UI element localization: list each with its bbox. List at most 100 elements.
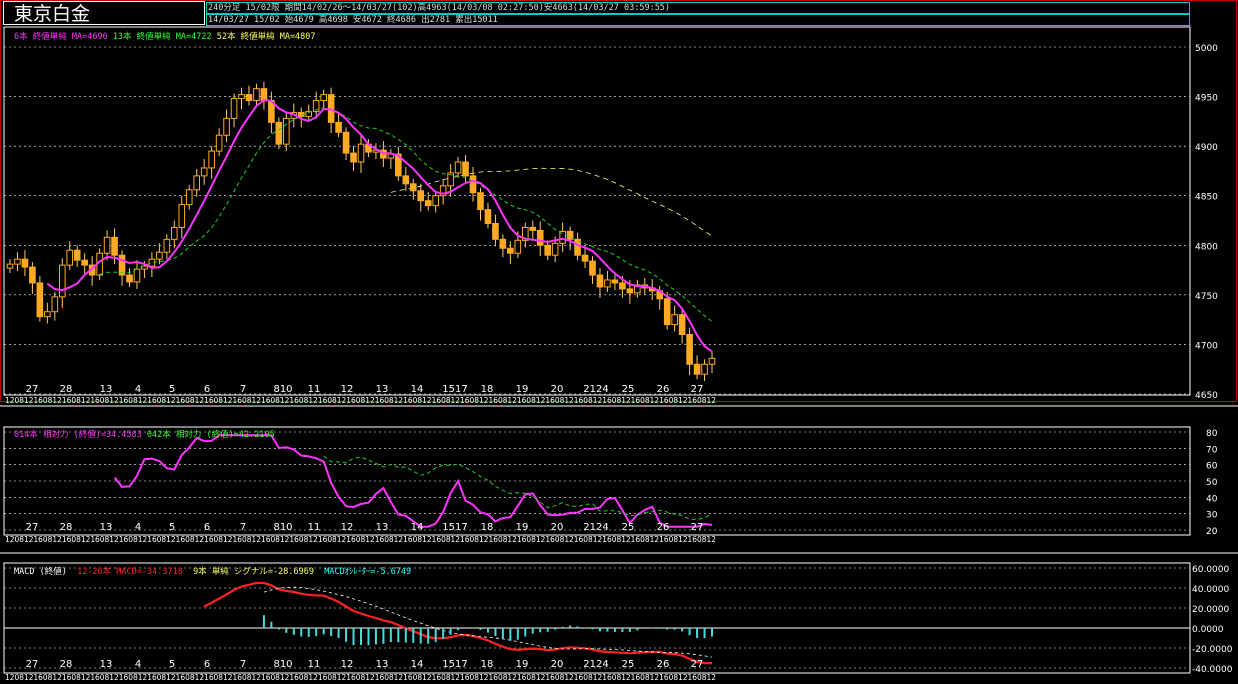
candle-body bbox=[454, 161, 462, 174]
candle-body bbox=[6, 263, 14, 269]
date-label: 2124 bbox=[583, 384, 608, 395]
candle-body bbox=[44, 311, 51, 318]
date-label: 26 bbox=[657, 522, 670, 533]
date-label: 12 bbox=[341, 384, 354, 395]
candle-body bbox=[402, 175, 410, 185]
rsi-tick-label: 50 bbox=[1206, 478, 1218, 488]
chart-canvas[interactable]: 5000495049004850480047504700465080706050… bbox=[0, 0, 1238, 684]
candle-body bbox=[335, 121, 342, 133]
rsi-tick-label: 60 bbox=[1206, 462, 1218, 472]
candle-body bbox=[193, 175, 201, 191]
date-label: 18 bbox=[481, 659, 494, 670]
candle-body bbox=[111, 236, 118, 256]
price-tick-label: 4700 bbox=[1195, 341, 1218, 351]
ma13-legend: 13本 終値単純 MA=4722 bbox=[112, 32, 212, 42]
date-label: 6 bbox=[204, 659, 210, 670]
date-label: 18 bbox=[481, 384, 494, 395]
candle-body bbox=[245, 94, 253, 102]
hour-strip: 1208121608121608121608121608121608121608… bbox=[5, 396, 716, 405]
date-label: 27 bbox=[691, 522, 704, 533]
candle-body bbox=[350, 152, 357, 163]
date-label: 13 bbox=[376, 522, 389, 533]
candle-body bbox=[170, 226, 178, 240]
candle-body bbox=[544, 244, 552, 256]
candle-body bbox=[536, 229, 544, 246]
date-label: 13 bbox=[100, 659, 113, 670]
hour-strip: 1208121608121608121608121608121608121608… bbox=[5, 673, 716, 682]
candle-body bbox=[507, 247, 514, 254]
date-label: 12 bbox=[341, 659, 354, 670]
candle-body bbox=[424, 200, 432, 207]
candle-body bbox=[581, 254, 589, 262]
date-label: 25 bbox=[622, 522, 635, 533]
candle-body bbox=[133, 268, 141, 283]
rsi42-legend: 042本 相対力 (終値)=42.2105 bbox=[146, 430, 275, 440]
candle-body bbox=[320, 94, 327, 102]
candle-body bbox=[462, 161, 469, 177]
date-label: 810 bbox=[273, 384, 292, 395]
date-label: 19 bbox=[516, 384, 529, 395]
candle-body bbox=[551, 242, 559, 256]
candle-body bbox=[156, 251, 163, 260]
date-label: 28 bbox=[60, 522, 73, 533]
macd-pane bbox=[3, 562, 1191, 674]
candle-body bbox=[223, 117, 230, 136]
date-label: 1517 bbox=[442, 384, 467, 395]
date-label: 810 bbox=[273, 522, 292, 533]
date-label: 25 bbox=[622, 659, 635, 670]
candle-body bbox=[215, 134, 223, 152]
date-label: 1517 bbox=[442, 659, 467, 670]
date-label: 4 bbox=[135, 659, 141, 670]
candle-body bbox=[619, 282, 626, 290]
rsi-tick-label: 30 bbox=[1206, 511, 1218, 521]
date-label: 27 bbox=[26, 522, 39, 533]
candle-body bbox=[686, 334, 693, 365]
macd-tick-label: 60.0000 bbox=[1192, 565, 1229, 575]
date-label: 25 bbox=[622, 384, 635, 395]
candle-body bbox=[163, 238, 171, 253]
hour-strip: 1208121608121608121608121608121608121608… bbox=[5, 535, 716, 544]
macd-tick-label: 40.0000 bbox=[1192, 585, 1229, 595]
date-label: 5 bbox=[169, 522, 175, 533]
date-label: 12 bbox=[341, 522, 354, 533]
ma52-line bbox=[390, 167, 713, 237]
rsi-tick-label: 40 bbox=[1206, 494, 1218, 504]
date-label: 28 bbox=[60, 659, 73, 670]
macd-legend: MACD (終値) 12-26本 MACD=-34.3718 9本 単純 シグナ… bbox=[14, 565, 411, 577]
date-label: 20 bbox=[551, 522, 564, 533]
date-label: 810 bbox=[273, 659, 292, 670]
date-label: 1517 bbox=[442, 522, 467, 533]
candle-body bbox=[417, 190, 425, 202]
price-tick-label: 4950 bbox=[1195, 94, 1218, 104]
candle-body bbox=[604, 279, 611, 288]
candle-body bbox=[238, 94, 245, 100]
candle-body bbox=[596, 274, 604, 288]
macd-tick-label: -40.0000 bbox=[1192, 665, 1233, 675]
candle-body bbox=[469, 175, 477, 194]
candle-body bbox=[626, 288, 634, 294]
macd-tick-label: -20.0000 bbox=[1192, 645, 1233, 655]
date-label: 26 bbox=[657, 659, 670, 670]
rsi-pane bbox=[3, 426, 1191, 536]
candle-body bbox=[29, 266, 36, 284]
date-label: 19 bbox=[516, 659, 529, 670]
candle-body bbox=[81, 259, 88, 266]
price-tick-label: 5000 bbox=[1195, 44, 1218, 54]
candle-body bbox=[693, 363, 701, 375]
date-label: 6 bbox=[204, 522, 210, 533]
date-label: 27 bbox=[26, 659, 39, 670]
candle-body bbox=[260, 88, 268, 102]
candle-body bbox=[51, 296, 59, 313]
date-label: 20 bbox=[551, 384, 564, 395]
candle-body bbox=[230, 98, 238, 119]
date-label: 2124 bbox=[583, 522, 608, 533]
candle-body bbox=[185, 189, 193, 206]
macd-tick-label: 20.0000 bbox=[1192, 605, 1229, 615]
candle-body bbox=[499, 238, 507, 249]
candle-body bbox=[663, 298, 671, 326]
price-tick-label: 4750 bbox=[1195, 292, 1218, 302]
candle-body bbox=[432, 195, 439, 207]
date-label: 5 bbox=[169, 384, 175, 395]
candle-body bbox=[678, 314, 686, 336]
signal-legend: 9本 単純 シグナル=-28.6969 bbox=[193, 567, 314, 577]
